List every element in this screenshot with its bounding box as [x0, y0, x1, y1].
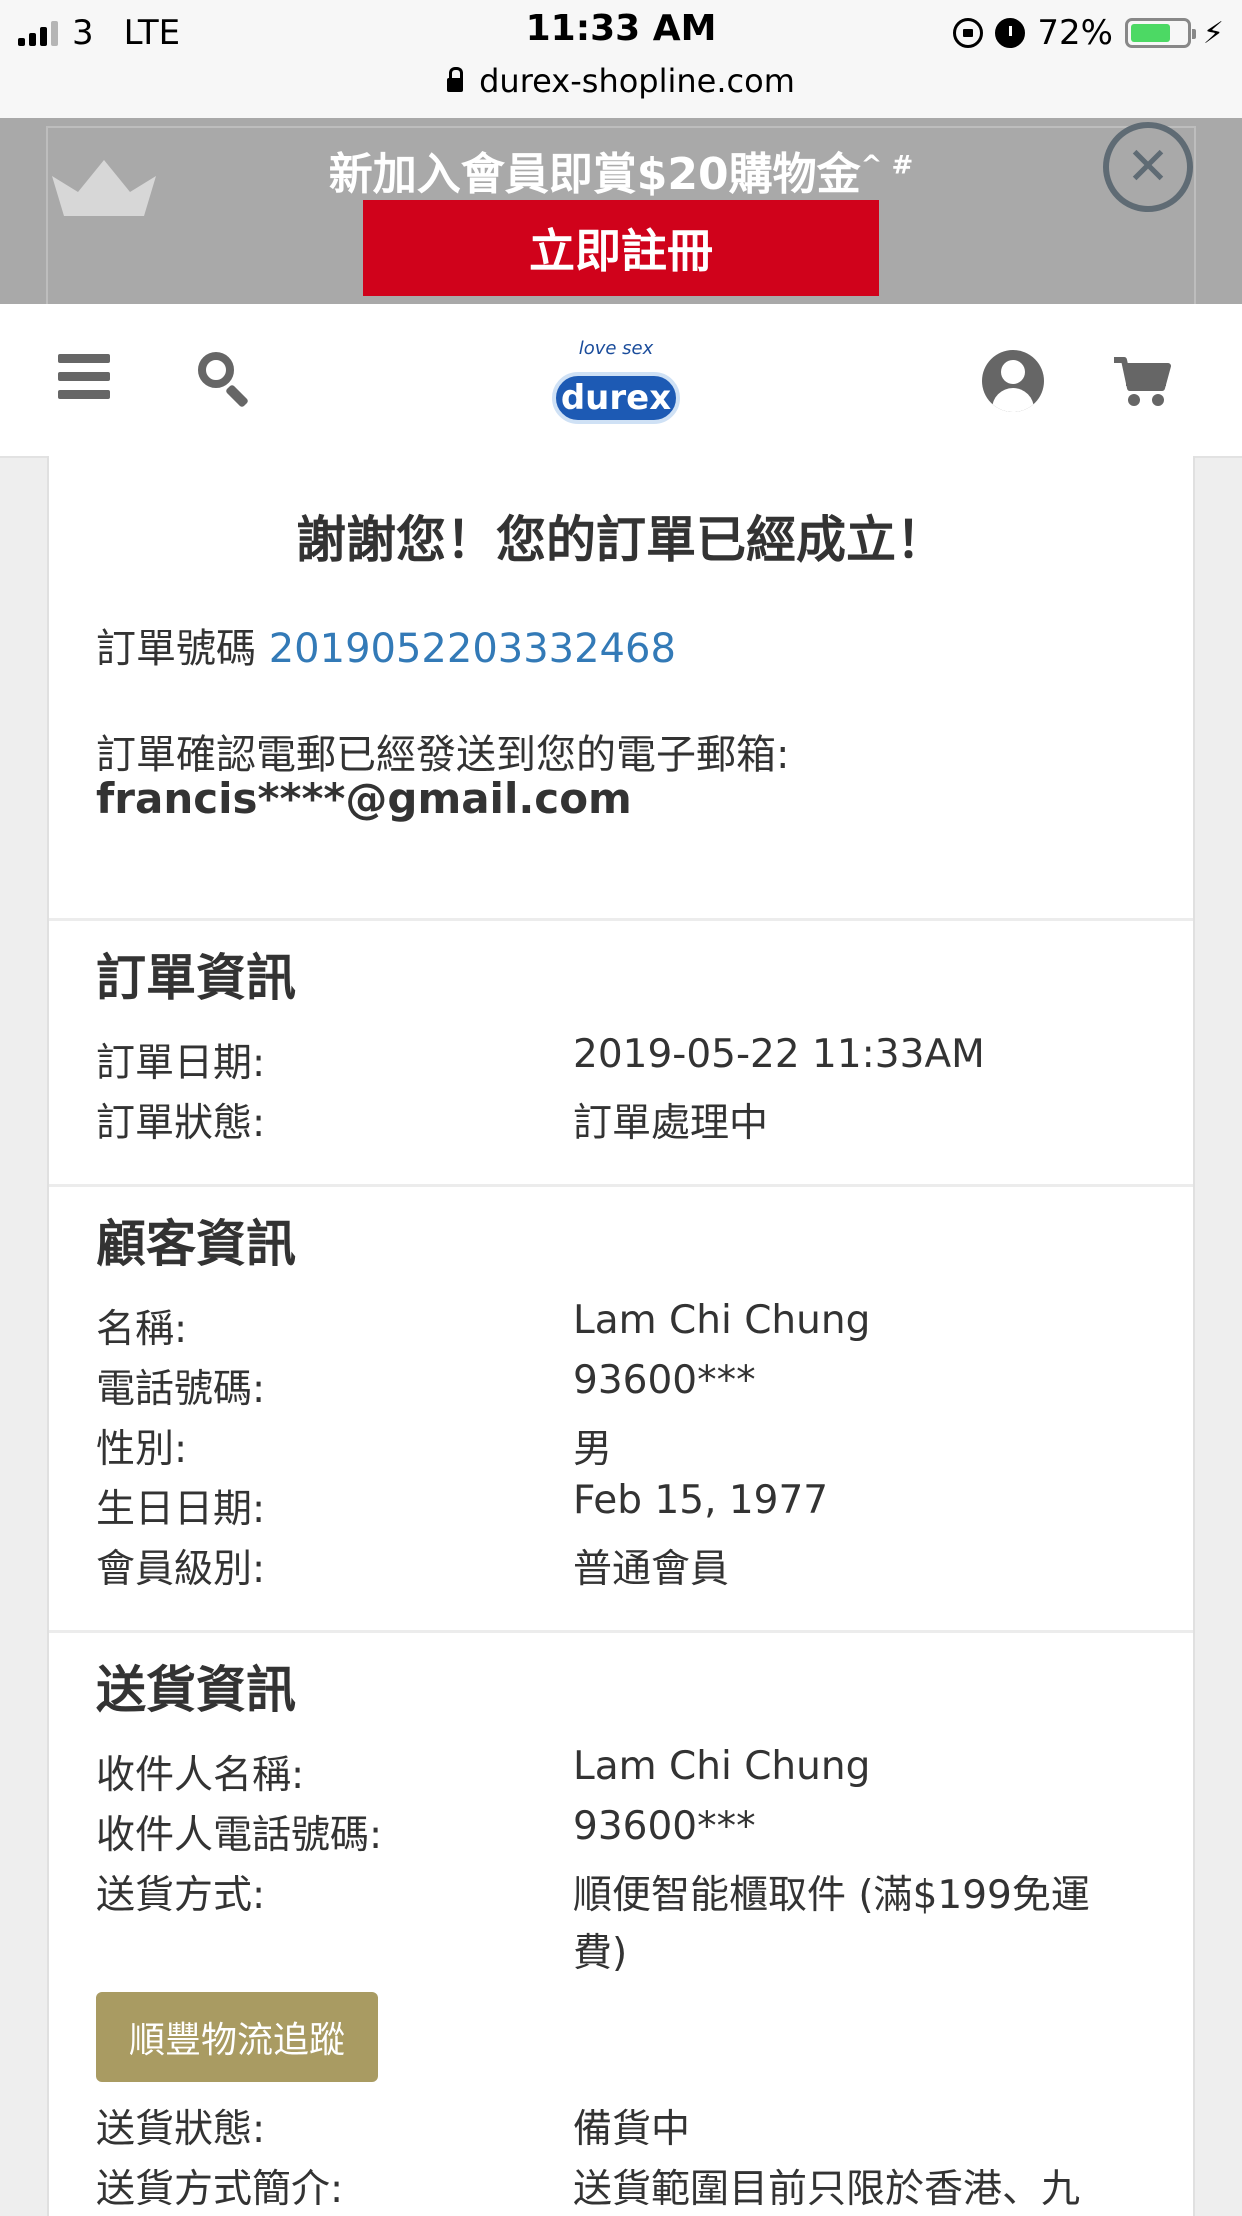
promo-title-text: 新加入會員即賞$20購物金 — [328, 149, 861, 200]
sf-tracking-button[interactable]: 順豐物流追蹤 — [96, 1992, 378, 2082]
search-icon[interactable] — [198, 352, 254, 409]
customer-birthday-label: 生日日期: — [96, 1487, 266, 1532]
order-date-value: 2019-05-22 11:33AM — [573, 1032, 985, 1077]
recipient-phone-value: 93600*** — [573, 1804, 756, 1849]
promo-title: 新加入會員即賞$20購物金^ # — [0, 138, 1242, 202]
order-info-section: 訂單資訊 訂單日期: 2019-05-22 11:33AM 訂單狀態: 訂單處理… — [49, 918, 1193, 1187]
recipient-name-value: Lam Chi Chung — [573, 1744, 871, 1789]
rotation-lock-icon — [953, 18, 984, 48]
thank-you-heading: 謝謝您！您的訂單已經成立！ — [296, 511, 946, 569]
delivery-intro-label: 送貨方式簡介: — [96, 2167, 344, 2212]
member-level-label: 會員級別: — [96, 1547, 266, 1592]
confirmation-section: 謝謝您！您的訂單已經成立！ 訂單號碼 2019052203332468 訂單確認… — [49, 456, 1193, 921]
battery-fill — [1130, 24, 1170, 42]
delivery-info-heading: 送貨資訊 — [96, 1661, 296, 1719]
order-number-label: 訂單號碼 — [96, 626, 256, 672]
padlock-icon — [447, 67, 464, 92]
customer-info-section: 顧客資訊 名稱: Lam Chi Chung 電話號碼: 93600*** 性別… — [49, 1184, 1193, 1633]
delivery-method-value-line2: 費) — [573, 1931, 628, 1976]
delivery-info-section: 送貨資訊 收件人名稱: Lam Chi Chung 收件人電話號碼: 93600… — [49, 1630, 1193, 2216]
battery-icon — [1124, 18, 1196, 48]
logo-tagline: love sex — [578, 338, 654, 359]
close-icon[interactable]: ✕ — [1103, 122, 1193, 212]
url-text: durex-shopline.com — [479, 62, 795, 100]
order-confirmation-card: 謝謝您！您的訂單已經成立！ 訂單號碼 2019052203332468 訂單確認… — [47, 456, 1195, 2216]
delivery-method-label: 送貨方式: — [96, 1873, 266, 1918]
delivery-status-label: 送貨狀態: — [96, 2107, 266, 2152]
durex-logo[interactable]: love sex durex — [540, 326, 692, 436]
email-notice: 訂單確認電郵已經發送到您的電子郵箱: — [96, 732, 790, 778]
menu-icon[interactable] — [58, 354, 110, 400]
order-number-line: 訂單號碼 2019052203332468 — [96, 616, 676, 674]
customer-email: francis****@gmail.com — [96, 774, 632, 823]
member-level-value: 普通會員 — [573, 1547, 730, 1592]
customer-gender-value: 男 — [573, 1427, 613, 1472]
order-info-heading: 訂單資訊 — [96, 949, 296, 1007]
status-right: 72% ⚡ — [953, 10, 1224, 56]
customer-gender-label: 性別: — [96, 1427, 188, 1472]
recipient-phone-label: 收件人電話號碼: — [96, 1813, 383, 1858]
recipient-name-label: 收件人名稱: — [96, 1753, 305, 1798]
delivery-intro-value: 送貨範圍目前只限於香港、九 — [573, 2167, 1081, 2212]
delivery-method-value: 順便智能櫃取件 (滿$199免運 — [573, 1873, 1090, 1918]
customer-phone-label: 電話號碼: — [96, 1367, 266, 1412]
order-status-value: 訂單處理中 — [573, 1101, 769, 1146]
promo-title-sup: ^ # — [860, 150, 914, 181]
customer-name-value: Lam Chi Chung — [573, 1298, 871, 1343]
promo-banner: 新加入會員即賞$20購物金^ # 立即註冊 ✕ — [0, 118, 1242, 304]
status-bar: 3 LTE 11:33 AM 72% ⚡ durex-shopline.com — [0, 0, 1242, 118]
cart-icon[interactable] — [1112, 354, 1172, 410]
customer-birthday-value: Feb 15, 1977 — [573, 1478, 829, 1523]
order-number-link[interactable]: 2019052203332468 — [269, 626, 676, 672]
site-header: love sex durex — [0, 304, 1242, 458]
charging-icon: ⚡ — [1202, 15, 1224, 51]
customer-info-heading: 顧客資訊 — [96, 1215, 296, 1273]
customer-name-label: 名稱: — [96, 1307, 188, 1352]
alarm-icon — [995, 18, 1026, 48]
battery-percent: 72% — [1037, 13, 1113, 53]
account-icon[interactable] — [982, 350, 1044, 412]
order-status-label: 訂單狀態: — [96, 1101, 266, 1146]
url-bar[interactable]: durex-shopline.com — [0, 56, 1242, 106]
order-date-label: 訂單日期: — [96, 1041, 266, 1086]
delivery-status-value: 備貨中 — [573, 2107, 691, 2152]
register-button[interactable]: 立即註冊 — [363, 200, 879, 296]
customer-phone-value: 93600*** — [573, 1358, 756, 1403]
logo-wordmark: durex — [552, 372, 680, 424]
